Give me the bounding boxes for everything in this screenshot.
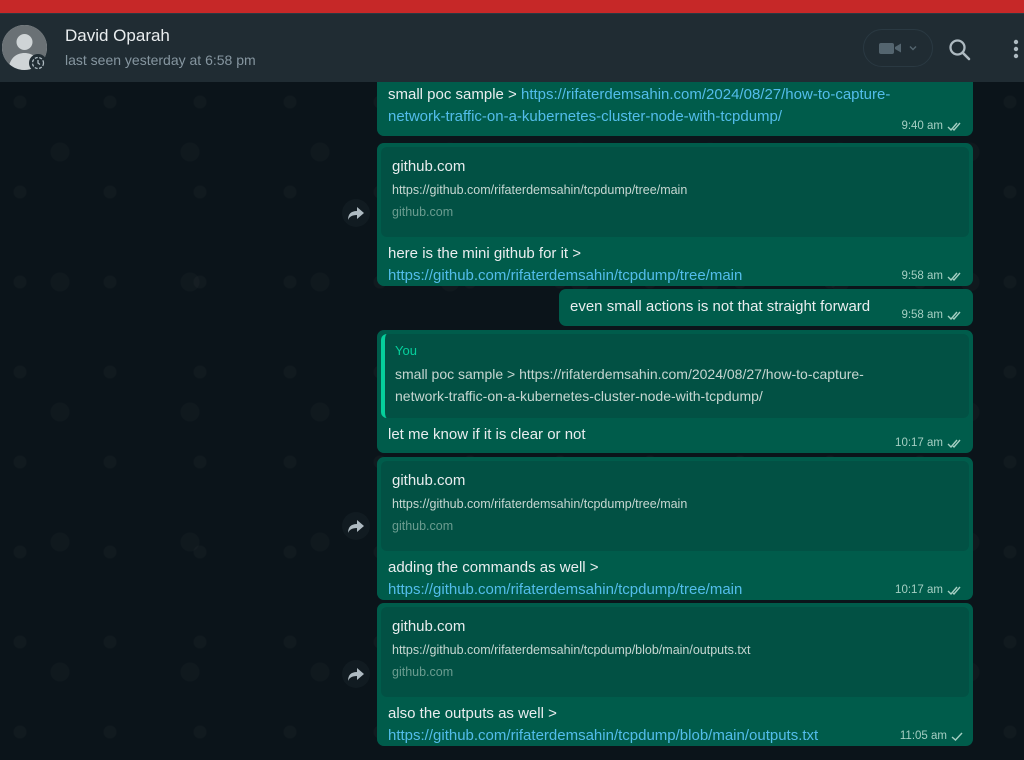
forward-icon (348, 207, 364, 220)
message-bubble[interactable]: github.com https://github.com/rifaterdem… (377, 143, 973, 286)
quoted-text: small poc sample > https://rifaterdemsah… (395, 366, 864, 404)
message-time: 9:40 am (901, 120, 943, 132)
link-preview-title: github.com (392, 472, 466, 489)
message-meta: 9:58 am (901, 308, 964, 322)
window-top-bar (0, 0, 1024, 13)
double-check-icon (947, 272, 961, 281)
message-link[interactable]: https://github.com/rifaterdemsahin/tcpdu… (388, 581, 742, 598)
message-text: adding the commands as well > (388, 559, 599, 576)
single-check-icon (951, 732, 963, 741)
link-preview-url: https://github.com/rifaterdemsahin/tcpdu… (392, 643, 751, 657)
message-bubble[interactable]: small poc sample > https://rifaterdemsah… (377, 82, 973, 136)
message-text: also the outputs as well > (388, 705, 557, 722)
link-preview[interactable]: github.com https://github.com/rifaterdem… (381, 147, 969, 237)
link-preview-domain: github.com (392, 519, 454, 533)
message-meta: 10:17 am (895, 583, 964, 597)
link-preview[interactable]: github.com https://github.com/rifaterdem… (381, 461, 969, 551)
message-meta: 11:05 am (900, 729, 964, 743)
message-text: small poc sample > (388, 86, 521, 103)
link-preview[interactable]: github.com https://github.com/rifaterdem… (381, 607, 969, 697)
message-text: here is the mini github for it > (388, 245, 582, 262)
video-call-button[interactable] (863, 29, 933, 67)
forward-button[interactable] (342, 660, 370, 688)
link-preview-domain: github.com (392, 205, 454, 219)
double-check-icon (947, 311, 961, 320)
double-check-icon (947, 439, 961, 448)
video-call-icon (879, 43, 901, 54)
message-meta: 9:58 am (901, 269, 964, 283)
message-link[interactable]: https://github.com/rifaterdemsahin/tcpdu… (388, 727, 818, 744)
double-check-icon (947, 586, 961, 595)
menu-button[interactable] (1004, 36, 1024, 64)
forward-icon (348, 520, 364, 533)
contact-name[interactable]: David Oparah (65, 26, 170, 46)
message-time: 9:58 am (901, 309, 943, 321)
link-preview-url: https://github.com/rifaterdemsahin/tcpdu… (392, 497, 688, 511)
double-check-icon (947, 122, 961, 131)
message-meta: 10:17 am (895, 436, 964, 450)
message-meta: 9:40 am (901, 119, 964, 133)
forward-button[interactable] (342, 512, 370, 540)
contact-last-seen: last seen yesterday at 6:58 pm (65, 52, 256, 68)
search-button[interactable] (946, 36, 974, 64)
chevron-down-icon (909, 46, 917, 51)
message-bubble[interactable]: You small poc sample > https://rifaterde… (377, 330, 973, 453)
message-bubble[interactable]: github.com https://github.com/rifaterdem… (377, 457, 973, 600)
message-time: 9:58 am (901, 270, 943, 282)
link-preview-url: https://github.com/rifaterdemsahin/tcpdu… (392, 183, 688, 197)
message-time: 10:17 am (895, 584, 943, 596)
message-time: 11:05 am (899, 730, 947, 742)
search-icon (949, 39, 971, 61)
message-link[interactable]: https://github.com/rifaterdemsahin/tcpdu… (388, 267, 742, 284)
forward-button[interactable] (342, 199, 370, 227)
message-text: let me know if it is clear or not (388, 426, 586, 443)
message-bubble[interactable]: even small actions is not that straight … (559, 289, 973, 326)
message-time: 10:17 am (895, 437, 943, 449)
link-preview-domain: github.com (392, 665, 454, 679)
link-preview-title: github.com (392, 618, 466, 635)
forward-icon (348, 668, 364, 681)
status-badge-icon (29, 54, 47, 72)
quoted-author: You (395, 343, 417, 358)
chat-header[interactable]: David Oparah last seen yesterday at 6:58… (0, 13, 1024, 82)
message-list[interactable]: small poc sample > https://rifaterdemsah… (0, 82, 1024, 760)
message-bubble[interactable]: github.com https://github.com/rifaterdem… (377, 603, 973, 746)
menu-icon (1013, 39, 1019, 59)
link-preview-title: github.com (392, 158, 466, 175)
quoted-message[interactable]: You small poc sample > https://rifaterde… (381, 334, 969, 418)
